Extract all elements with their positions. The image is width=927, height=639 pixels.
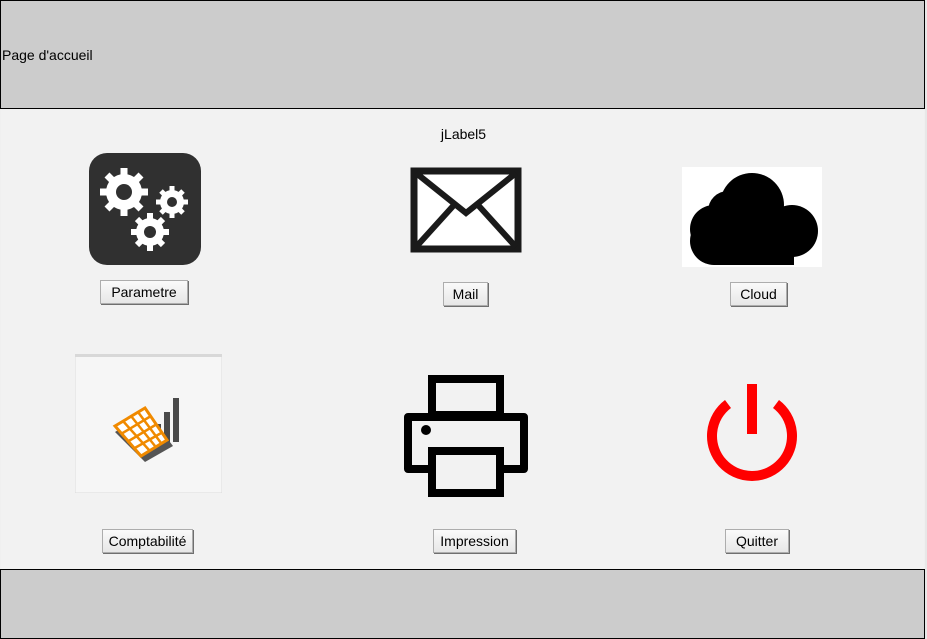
printer-icon[interactable] [404,373,528,497]
envelope-icon[interactable] [410,167,522,253]
power-icon[interactable] [700,380,804,484]
page-title: Page d'accueil [2,47,93,63]
impression-button[interactable]: Impression [433,529,516,553]
parametre-button[interactable]: Parametre [100,280,188,304]
jlabel5: jLabel5 [440,126,487,142]
comptabilite-button[interactable]: Comptabilité [102,529,193,553]
header-panel: Page d'accueil [0,0,925,109]
cloud-button[interactable]: Cloud [730,282,787,306]
accounting-chart-icon[interactable] [74,353,223,494]
cloud-icon[interactable] [682,167,822,267]
mail-button[interactable]: Mail [443,282,488,306]
quitter-button[interactable]: Quitter [725,529,789,553]
gears-icon[interactable] [88,152,202,266]
footer-panel [0,569,925,639]
